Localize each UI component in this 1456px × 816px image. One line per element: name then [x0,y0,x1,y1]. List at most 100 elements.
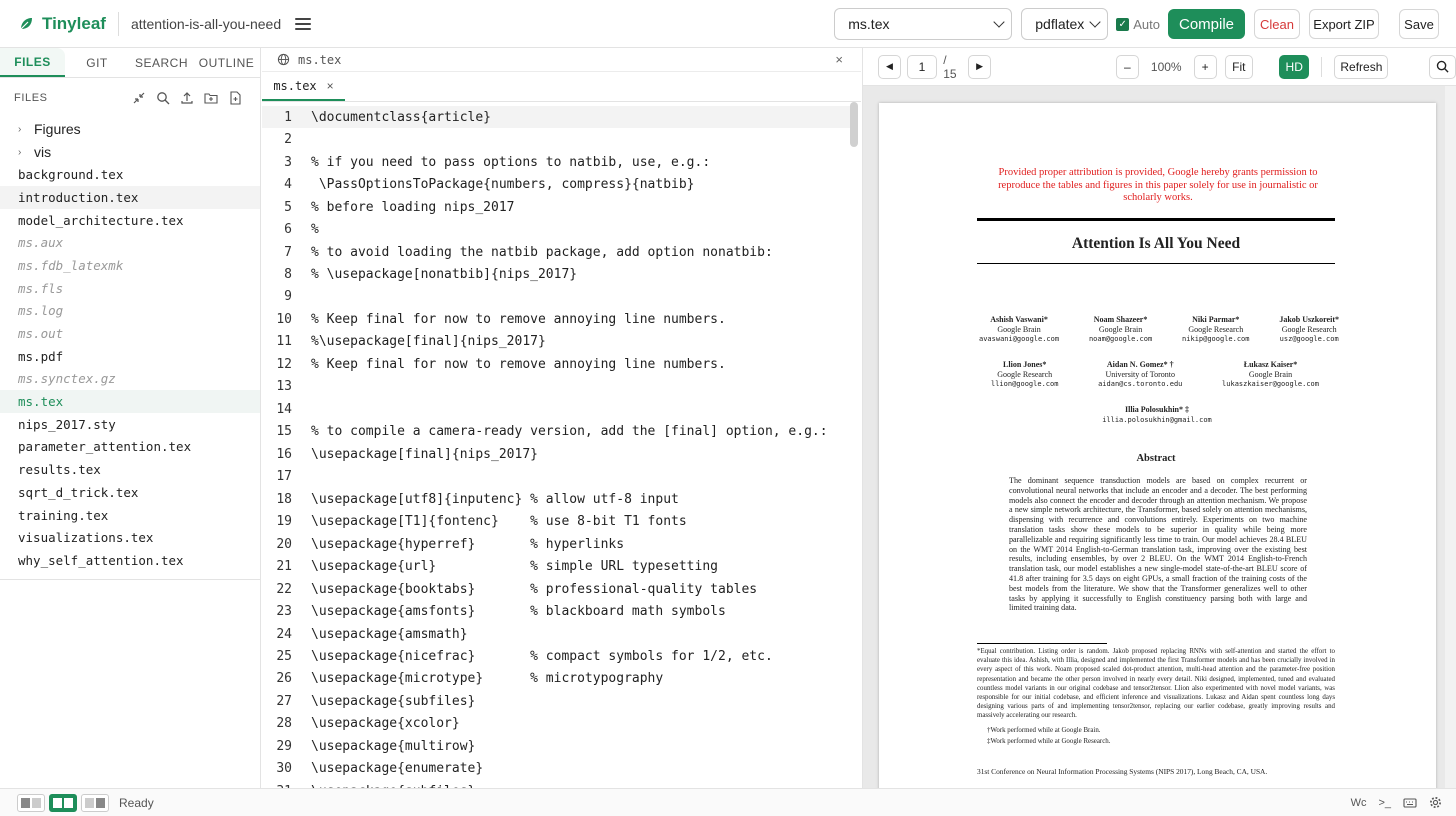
zoom-out-button[interactable]: – [1115,54,1139,79]
code-line[interactable]: 24 \usepackage{amsmath} [262,623,850,645]
file-item[interactable]: visualizations.tex [0,526,260,549]
word-count-button[interactable]: Wc [1351,797,1367,809]
save-button[interactable]: Save [1399,9,1439,39]
file-item[interactable]: ms.aux [0,231,260,254]
new-folder-icon[interactable] [204,91,218,105]
code-line[interactable]: 5 % before loading nips_2017 [262,196,850,218]
file-item[interactable]: training.tex [0,504,260,527]
code-line[interactable]: 20 \usepackage{hyperref} % hyperlinks [262,533,850,555]
line-number: 1 [284,109,292,125]
code-line[interactable]: 26 \usepackage{microtype} % microtypograp… [262,668,850,690]
code-line[interactable]: 30 \usepackage{enumerate} [262,758,850,780]
upload-icon[interactable] [180,91,194,105]
file-item[interactable]: background.tex [0,163,260,186]
file-item[interactable]: nips_2017.sty [0,413,260,436]
compile-button[interactable]: Compile [1168,9,1245,39]
code-line[interactable]: 27 \usepackage{subfiles} [262,690,850,712]
permission-notice: Provided proper attribution is provided,… [998,167,1318,203]
hd-toggle[interactable]: HD [1279,54,1310,79]
code-line[interactable]: 13 [262,376,850,398]
file-item[interactable]: ms.fdb_latexmk [0,254,260,277]
code-line[interactable]: 17 [262,466,850,488]
tab-outline[interactable]: OUTLINE [194,48,259,77]
code-line[interactable]: 22 \usepackage{booktabs} % professional-q… [262,578,850,600]
file-item[interactable]: ms.out [0,322,260,345]
layout-pdf-only-button[interactable] [81,793,109,812]
search-pdf-button[interactable] [1429,54,1456,79]
file-item[interactable]: why_self_attention.tex [0,549,260,572]
clean-button[interactable]: Clean [1254,9,1300,39]
code-text: \usepackage[T1]{fontenc} % use 8-bit T1 … [311,514,687,530]
file-item[interactable]: sqrt_d_trick.tex [0,481,260,504]
code-line[interactable]: 16 \usepackage[final]{nips_2017} [262,443,850,465]
keyboard-icon[interactable] [1403,797,1417,809]
editor-scrollbar[interactable] [850,102,858,147]
code-line[interactable]: 19 \usepackage[T1]{fontenc} % use 8-bit T… [262,510,850,532]
code-line[interactable]: 29 \usepackage{multirow} [262,735,850,757]
code-line[interactable]: 1 \documentclass{article} [262,106,850,129]
editor-tab-active[interactable]: ms.tex × [262,72,345,101]
engine-select[interactable]: pdflatex [1021,8,1109,40]
code-line[interactable]: 7 % to avoid loading the natbib package, … [262,241,850,263]
auto-compile-toggle[interactable]: ✓ Auto [1116,17,1160,32]
file-item[interactable]: introduction.tex [0,186,260,209]
project-name[interactable]: attention-is-all-you-need [131,16,281,32]
settings-gear-icon[interactable] [1429,796,1442,809]
tab-search[interactable]: SEARCH [129,48,194,77]
code-line[interactable]: 9 [262,286,850,308]
refresh-button[interactable]: Refresh [1334,54,1389,79]
code-line[interactable]: 23 \usepackage{amsfonts} % blackboard mat… [262,600,850,622]
code-line[interactable]: 2 [262,128,850,150]
code-line[interactable]: 11 %\usepackage[final]{nips_2017} [262,331,850,353]
code-line[interactable]: 18 \usepackage[utf8]{inputenc} % allow ut… [262,488,850,510]
collapse-all-icon[interactable] [132,91,146,105]
code-text: \documentclass{article} [311,109,492,125]
layout-editor-only-button[interactable] [17,793,45,812]
code-line[interactable]: 3 % if you need to pass options to natbib… [262,151,850,173]
page-number-input[interactable]: 1 [906,54,938,79]
code-line[interactable]: 31\usepackage{subfiles} [262,780,850,788]
tab-files[interactable]: FILES [0,48,65,77]
code-line[interactable]: 15 % to compile a camera-ready version, a… [262,421,850,443]
layout-split-button[interactable] [49,793,77,812]
export-zip-button[interactable]: Export ZIP [1309,9,1379,39]
folder-item[interactable]: › Figures [0,118,260,141]
code-line[interactable]: 25 \usepackage{nicefrac} % compact symbol… [262,645,850,667]
search-icon[interactable] [156,91,170,105]
file-item-active[interactable]: ms.tex [0,390,260,413]
code-line[interactable]: 21 \usepackage{url} % simple URL typesett… [262,555,850,577]
code-line[interactable]: 6% [262,218,850,240]
file-item[interactable]: parameter_attention.tex [0,436,260,459]
folder-item[interactable]: › vis [0,141,260,164]
hamburger-menu-icon[interactable] [295,17,312,30]
file-item[interactable]: results.tex [0,458,260,481]
file-item[interactable]: ms.pdf [0,345,260,368]
code-line[interactable]: 12 % Keep final for now to remove annoyin… [262,353,850,375]
main-file-select[interactable]: ms.tex [834,8,1013,40]
code-line[interactable]: 4 \PassOptionsToPackage{numbers, compres… [262,173,850,195]
code-area[interactable]: 1 \documentclass{article} 2 3% if you need … [262,106,850,788]
code-line[interactable]: 28 \usepackage{xcolor} [262,713,850,735]
new-file-icon[interactable] [228,91,242,105]
next-page-button[interactable]: ▶ [968,54,991,79]
file-item[interactable]: ms.synctex.gz [0,368,260,391]
tab-git[interactable]: GIT [65,48,129,77]
fit-button[interactable]: Fit [1224,54,1254,79]
app-logo[interactable]: Tinyleaf [18,14,106,34]
code-line[interactable]: 10 % Keep final for now to remove annoyin… [262,308,850,330]
code-line[interactable]: 14 [262,398,850,420]
leaf-icon [20,17,32,29]
prev-page-button[interactable]: ◀ [878,54,901,79]
file-item[interactable]: model_architecture.tex [0,209,260,232]
close-tab-icon[interactable]: × [327,79,334,93]
zoom-in-button[interactable]: + [1193,54,1217,79]
checkbox-checked-icon[interactable]: ✓ [1116,17,1130,31]
close-icon[interactable]: × [835,52,843,67]
code-line[interactable]: 8 % \usepackage[nonatbib]{nips_2017} [262,263,850,285]
file-item[interactable]: ms.log [0,300,260,323]
terminal-button[interactable]: >_ [1378,797,1391,809]
file-item[interactable]: ms.fls [0,277,260,300]
pdf-scrollbar[interactable] [1445,86,1456,788]
pdf-canvas[interactable]: Provided proper attribution is provided,… [863,86,1456,803]
plus-icon: + [1201,59,1209,74]
